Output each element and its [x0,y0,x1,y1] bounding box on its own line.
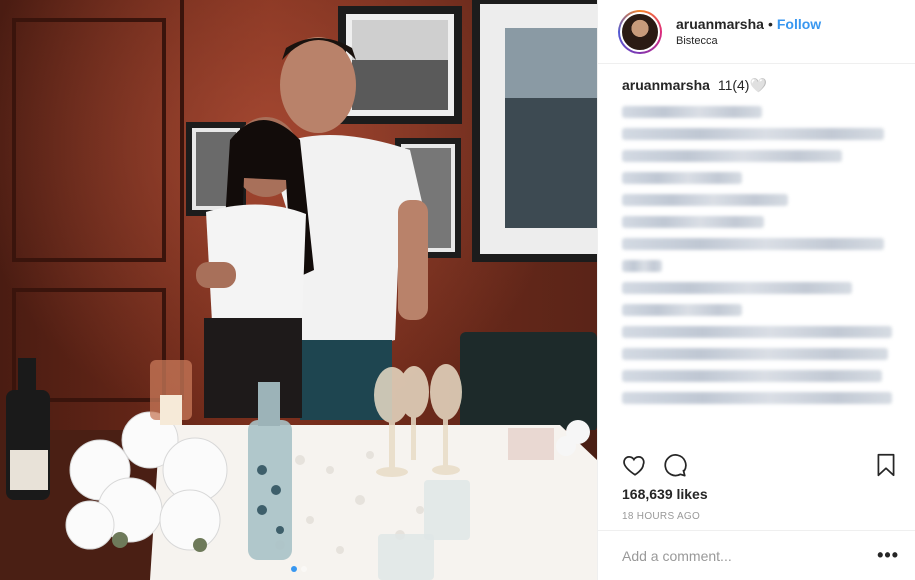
follow-button[interactable]: Follow [777,16,821,32]
comment-composer: ••• [598,530,915,580]
carousel-dot-1[interactable] [290,566,297,572]
heart-icon[interactable] [622,452,648,478]
photo-illustration [0,0,597,580]
carousel-indicator [0,566,597,572]
blurred-line [622,172,742,184]
blurred-line [622,282,852,294]
more-options-button[interactable]: ••• [877,545,899,566]
avatar[interactable] [618,9,662,54]
comment-icon[interactable] [662,452,688,478]
bookmark-icon[interactable] [873,452,899,478]
blurred-line [622,194,788,206]
location-link[interactable]: Bistecca [676,35,821,47]
blurred-caption-text [622,106,897,404]
comment-input[interactable] [622,547,878,564]
blurred-line [622,392,892,404]
post-sidebar: aruanmarsha • Follow Bistecca aruanmarsh… [597,0,915,580]
blurred-line [622,304,742,316]
blurred-line [622,150,842,162]
blurred-line [622,326,892,338]
action-bar [622,452,899,478]
blurred-line [622,128,884,140]
comments-section: aruanmarsha 11(4)🤍 [598,64,915,444]
caption-text: 11(4)🤍 [717,77,767,93]
blurred-line [622,238,884,250]
post-header: aruanmarsha • Follow Bistecca [598,0,915,64]
post-timestamp[interactable]: 18 HOURS AGO [622,511,700,522]
blurred-line [622,348,888,360]
blurred-line [622,216,764,228]
caption-username[interactable]: aruanmarsha [622,77,710,93]
likes-count[interactable]: 168,639 likes [622,486,708,502]
caption: aruanmarsha 11(4)🤍 [622,76,897,94]
separator-dot: • [767,16,773,32]
carousel-dot-2[interactable] [300,566,307,572]
post-photo[interactable] [0,0,597,580]
username-link[interactable]: aruanmarsha [676,16,764,32]
blurred-line [622,106,762,118]
blurred-line [622,260,662,272]
blurred-line [622,370,882,382]
